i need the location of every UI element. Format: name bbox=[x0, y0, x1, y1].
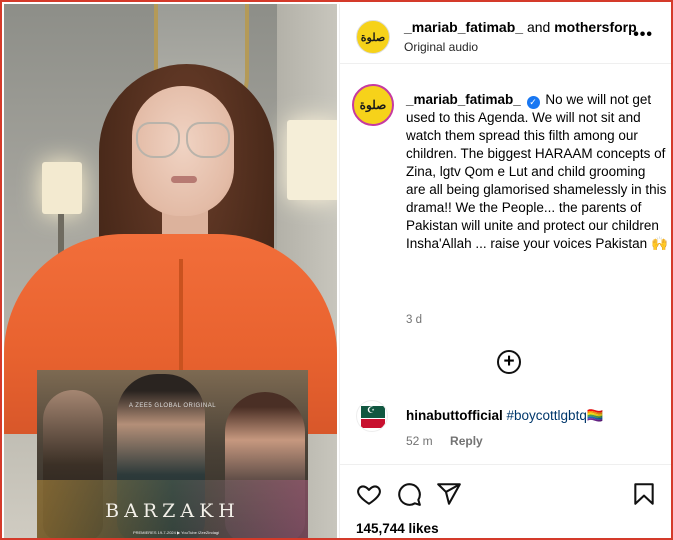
header-avatar[interactable]: صلوة bbox=[356, 20, 390, 54]
header-and: and bbox=[526, 19, 551, 35]
post-side-panel: صلوة _mariab_fatimab_ and mothersforp Or… bbox=[339, 4, 671, 538]
comment-username[interactable]: hinabuttofficial bbox=[406, 408, 503, 423]
flag-crescent: ☪ bbox=[367, 405, 376, 415]
heart-icon[interactable] bbox=[356, 481, 382, 507]
left-lamp bbox=[42, 162, 82, 214]
header-username[interactable]: _mariab_fatimab_ bbox=[404, 19, 523, 35]
caption-avatar-logo: صلوة bbox=[359, 98, 387, 112]
comment-text[interactable]: #boycottlgbtq🏳️‍🌈 bbox=[507, 408, 604, 423]
post-media[interactable]: A ZEE5 GLOBAL ORIGINAL BARZAKH PREMIERES… bbox=[4, 4, 337, 538]
comment-icon[interactable] bbox=[396, 481, 422, 507]
original-audio-link[interactable]: Original audio bbox=[404, 40, 478, 54]
right-lamp bbox=[287, 120, 337, 200]
glasses-lens-right bbox=[186, 122, 230, 158]
verified-icon: ✓ bbox=[526, 96, 540, 109]
caption-timestamp[interactable]: 3 d bbox=[406, 314, 422, 326]
glasses bbox=[134, 122, 232, 162]
window-frame: A ZEE5 GLOBAL ORIGINAL BARZAKH PREMIERES… bbox=[0, 0, 673, 540]
poster-footer: PREMIERES 19-7-2024 ▶ YouTube /ZeeZindag… bbox=[132, 530, 220, 535]
header-avatar-logo: صلوة bbox=[360, 30, 386, 44]
caption-body: _mariab_fatimab_ ✓ No we will not get us… bbox=[406, 91, 668, 253]
bookmark-icon[interactable] bbox=[631, 481, 657, 507]
reply-button[interactable]: Reply bbox=[450, 434, 483, 448]
comment-meta: 52 m Reply bbox=[406, 434, 483, 448]
drama-poster: A ZEE5 GLOBAL ORIGINAL BARZAKH PREMIERES… bbox=[37, 370, 308, 538]
header-usernames: _mariab_fatimab_ and mothersforp bbox=[404, 19, 637, 35]
action-bar: 145,744 likes bbox=[340, 464, 671, 538]
left-lamp-stand bbox=[58, 214, 64, 254]
caption-text: No we will not get used to this Agenda. … bbox=[406, 92, 668, 251]
flag-icon: ☪ bbox=[361, 405, 385, 418]
flag-stripe bbox=[361, 419, 385, 428]
caption-avatar[interactable]: صلوة bbox=[352, 84, 394, 126]
post-header: صلوة _mariab_fatimab_ and mothersforp Or… bbox=[340, 4, 671, 64]
plus-circle-icon[interactable]: + bbox=[497, 350, 521, 374]
comment-avatar[interactable]: ☪ bbox=[356, 400, 388, 432]
more-icon[interactable]: ••• bbox=[633, 26, 653, 44]
person-mouth bbox=[171, 176, 197, 183]
comment-line: hinabuttofficial #boycottlgbtq🏳️‍🌈 bbox=[406, 408, 604, 424]
caption-username[interactable]: _mariab_fatimab_ bbox=[406, 92, 521, 107]
share-icon[interactable] bbox=[436, 481, 462, 507]
glasses-lens-left bbox=[136, 122, 180, 158]
shirt-fold bbox=[179, 259, 183, 379]
likes-count[interactable]: 145,744 likes bbox=[356, 521, 439, 536]
header-collaborator[interactable]: mothersforp bbox=[554, 19, 636, 35]
comment-time: 52 m bbox=[406, 434, 433, 448]
poster-title: BARZAKH bbox=[105, 500, 240, 522]
poster-network: A ZEE5 GLOBAL ORIGINAL bbox=[128, 403, 217, 409]
